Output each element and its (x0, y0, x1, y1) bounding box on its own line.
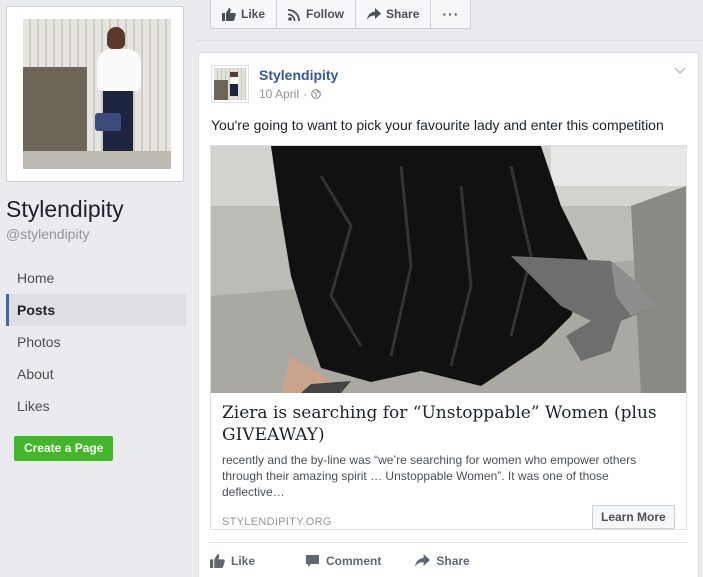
page-share-label: Share (386, 7, 420, 21)
page-name[interactable]: Stylendipity (6, 196, 124, 223)
post-share-button[interactable]: Share (415, 553, 470, 568)
create-page-button[interactable]: Create a Page (14, 436, 114, 461)
nav-item-photos[interactable]: Photos (6, 326, 186, 358)
section-divider (196, 40, 703, 41)
post-date[interactable]: 10 April (259, 87, 299, 101)
post-author-avatar[interactable] (211, 65, 249, 103)
nav-item-home[interactable]: Home (6, 262, 186, 294)
post-share-label: Share (436, 553, 470, 568)
link-preview[interactable]: Ziera is searching for “Unstoppable” Wom… (210, 145, 687, 530)
comment-bubble-icon (306, 554, 320, 567)
globe-icon[interactable] (311, 89, 321, 99)
post-comment-label: Comment (326, 553, 382, 568)
thumbs-up-icon (222, 7, 236, 21)
post-meta: 10 April · (259, 87, 321, 101)
page-like-button[interactable]: Like (210, 0, 278, 29)
page-nav: Home Posts Photos About Likes (6, 262, 186, 422)
nav-item-about[interactable]: About (6, 358, 186, 390)
profile-picture-frame[interactable] (6, 6, 184, 182)
more-dots-icon: ··· (442, 6, 460, 22)
nav-item-likes[interactable]: Likes (6, 390, 186, 422)
thumbs-up-icon (210, 553, 225, 568)
page-action-bar: Like Follow Share ··· (210, 0, 472, 29)
link-domain: STYLENDIPITY.ORG (222, 516, 332, 528)
post-author-name[interactable]: Stylendipity (259, 67, 338, 83)
post-like-button[interactable]: Like (210, 554, 255, 568)
share-arrow-icon (415, 554, 431, 567)
page-share-button[interactable]: Share (356, 0, 432, 29)
post-like-label: Like (231, 553, 256, 568)
post-action-row: Like Comment Share (210, 542, 687, 577)
share-arrow-icon (367, 8, 382, 20)
nav-item-posts[interactable]: Posts (6, 294, 186, 326)
page-follow-button[interactable]: Follow (277, 0, 357, 29)
more-options-button[interactable]: ··· (431, 0, 472, 29)
page-follow-label: Follow (306, 7, 345, 21)
post-card: Stylendipity 10 April · You're going to … (198, 52, 699, 577)
link-description: recently and the by-line was “we’re sear… (222, 453, 637, 499)
profile-picture[interactable] (23, 19, 171, 169)
learn-more-button[interactable]: Learn More (592, 505, 675, 529)
post-text: You're going to want to pick your favour… (211, 117, 664, 133)
link-title[interactable]: Ziera is searching for “Unstoppable” Wom… (222, 402, 672, 446)
date-separator: · (303, 87, 308, 101)
page-handle[interactable]: @stylendipity (6, 226, 89, 242)
link-preview-image[interactable] (211, 146, 686, 393)
left-column: Stylendipity @stylendipity Home Posts Ph… (0, 0, 196, 577)
post-comment-button[interactable]: Comment (305, 554, 381, 568)
chevron-down-icon[interactable] (674, 67, 686, 75)
rss-icon (288, 8, 301, 21)
page-like-label: Like (241, 7, 266, 21)
